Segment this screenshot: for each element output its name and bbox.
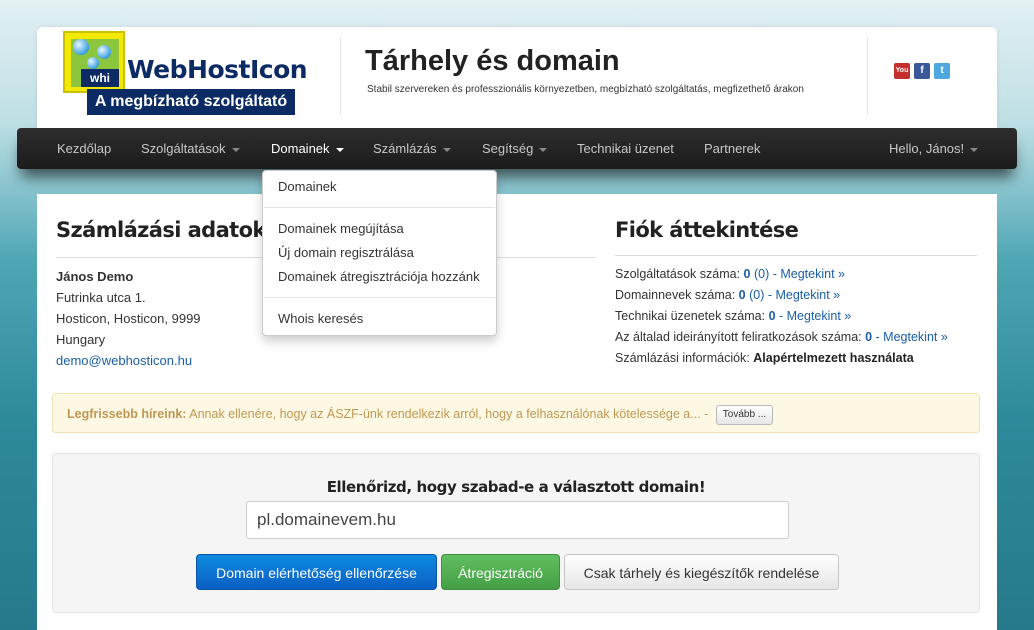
dropdown-item-whois[interactable]: Whois keresés (263, 309, 496, 329)
billing-country: Hungary (56, 332, 106, 347)
account-row-services: Szolgáltatások száma: 0 (0) - Megtekint … (615, 267, 845, 281)
nav-services[interactable]: Szolgáltatások (141, 128, 240, 169)
news-more-button[interactable]: Tovább ... (715, 404, 774, 425)
chevron-down-icon (231, 147, 240, 152)
hosting-only-button[interactable]: Csak tárhely és kiegészítők rendelése (564, 554, 839, 590)
dropdown-divider (264, 297, 495, 298)
logo-badge: whi (81, 69, 119, 87)
domains-dropdown-menu: Domainek Domainek megújítása Új domain r… (262, 170, 497, 336)
billing-city: Hosticon, Hosticon, 9999 (56, 311, 201, 326)
dropdown-item-domains[interactable]: Domainek (263, 177, 496, 197)
nav-domains[interactable]: Domainek (271, 128, 344, 169)
domain-input[interactable]: pl.domainevem.hu (246, 501, 789, 539)
twitter-icon[interactable]: t (934, 63, 950, 79)
check-availability-button[interactable]: Domain elérhetőség ellenőrzése (196, 554, 437, 590)
domain-check-title: Ellenőrizd, hogy szabad-e a választott d… (326, 478, 706, 496)
site-logo[interactable]: whi WebHostIcon A megbízható szolgáltató (63, 31, 308, 116)
view-domains-link[interactable]: (0) - Megtekint » (746, 288, 840, 302)
account-summary: Szolgáltatások száma: 0 (0) - Megtekint … (615, 264, 948, 369)
nav-help[interactable]: Segítség (482, 128, 548, 169)
main-navbar: Kezdőlap Szolgáltatások Domainek Számláz… (17, 128, 1017, 169)
dropdown-item-register[interactable]: Új domain regisztrálása (263, 243, 496, 263)
logo-tagline: A megbízható szolgáltató (87, 89, 295, 115)
billing-title: Számlázási adatok R (56, 218, 289, 242)
nav-user-menu[interactable]: Hello, János! (889, 128, 979, 169)
billing-address: János Demo Futrinka utca 1. Hosticon, Ho… (56, 266, 201, 371)
nav-billing[interactable]: Számlázás (373, 128, 451, 169)
chevron-down-icon (970, 147, 979, 152)
page-title: Tárhely és domain (365, 45, 620, 77)
chevron-down-icon (335, 147, 344, 152)
account-row-referrals: Az általad ideirányított feliratkozások … (615, 330, 948, 344)
main-content: Számlázási adatok R János Demo Futrinka … (37, 194, 997, 630)
billing-email-link[interactable]: demo@webhosticon.hu (56, 350, 201, 371)
nav-home[interactable]: Kezdőlap (57, 128, 111, 169)
youtube-icon[interactable]: You (894, 63, 910, 79)
account-row-tickets: Technikai üzenetek száma: 0 - Megtekint … (615, 309, 852, 323)
dropdown-divider (264, 207, 495, 208)
header-divider (340, 37, 341, 115)
view-tickets-link[interactable]: - Megtekint » (776, 309, 851, 323)
news-text: Annak ellenére, hogy az ÁSZF-ünk rendelk… (186, 407, 712, 421)
account-row-billing-info: Számlázási információk: Alapértelmezett … (615, 351, 914, 365)
news-label: Legfrissebb híreink: (67, 407, 187, 421)
nav-partners[interactable]: Partnerek (704, 128, 760, 169)
chevron-down-icon (539, 147, 548, 152)
page-subtitle: Stabil szervereken és professzionális kö… (367, 84, 804, 95)
view-services-link[interactable]: (0) - Megtekint » (751, 267, 845, 281)
header-divider (867, 37, 868, 115)
logo-mark: whi (63, 31, 125, 93)
account-row-domains: Domainnevek száma: 0 (0) - Megtekint » (615, 288, 841, 302)
transfer-button[interactable]: Átregisztráció (441, 554, 560, 590)
account-title: Fiók áttekintése (615, 218, 799, 242)
facebook-icon[interactable]: f (914, 63, 930, 79)
view-referrals-link[interactable]: - Megtekint » (872, 330, 948, 344)
dropdown-item-renew[interactable]: Domainek megújítása (263, 219, 496, 239)
dropdown-item-transfer[interactable]: Domainek átregisztrációja hozzánk (263, 267, 496, 287)
billing-name: János Demo (56, 269, 134, 284)
billing-street: Futrinka utca 1. (56, 290, 146, 305)
divider (615, 255, 977, 256)
site-header: whi WebHostIcon A megbízható szolgáltató… (37, 27, 997, 129)
logo-wordmark: WebHostIcon (127, 55, 308, 84)
nav-tech-message[interactable]: Technikai üzenet (577, 128, 674, 169)
news-alert: Legfrissebb híreink: Annak ellenére, hog… (52, 393, 980, 433)
chevron-down-icon (442, 147, 451, 152)
domain-check-panel: Ellenőrizd, hogy szabad-e a választott d… (52, 453, 980, 613)
